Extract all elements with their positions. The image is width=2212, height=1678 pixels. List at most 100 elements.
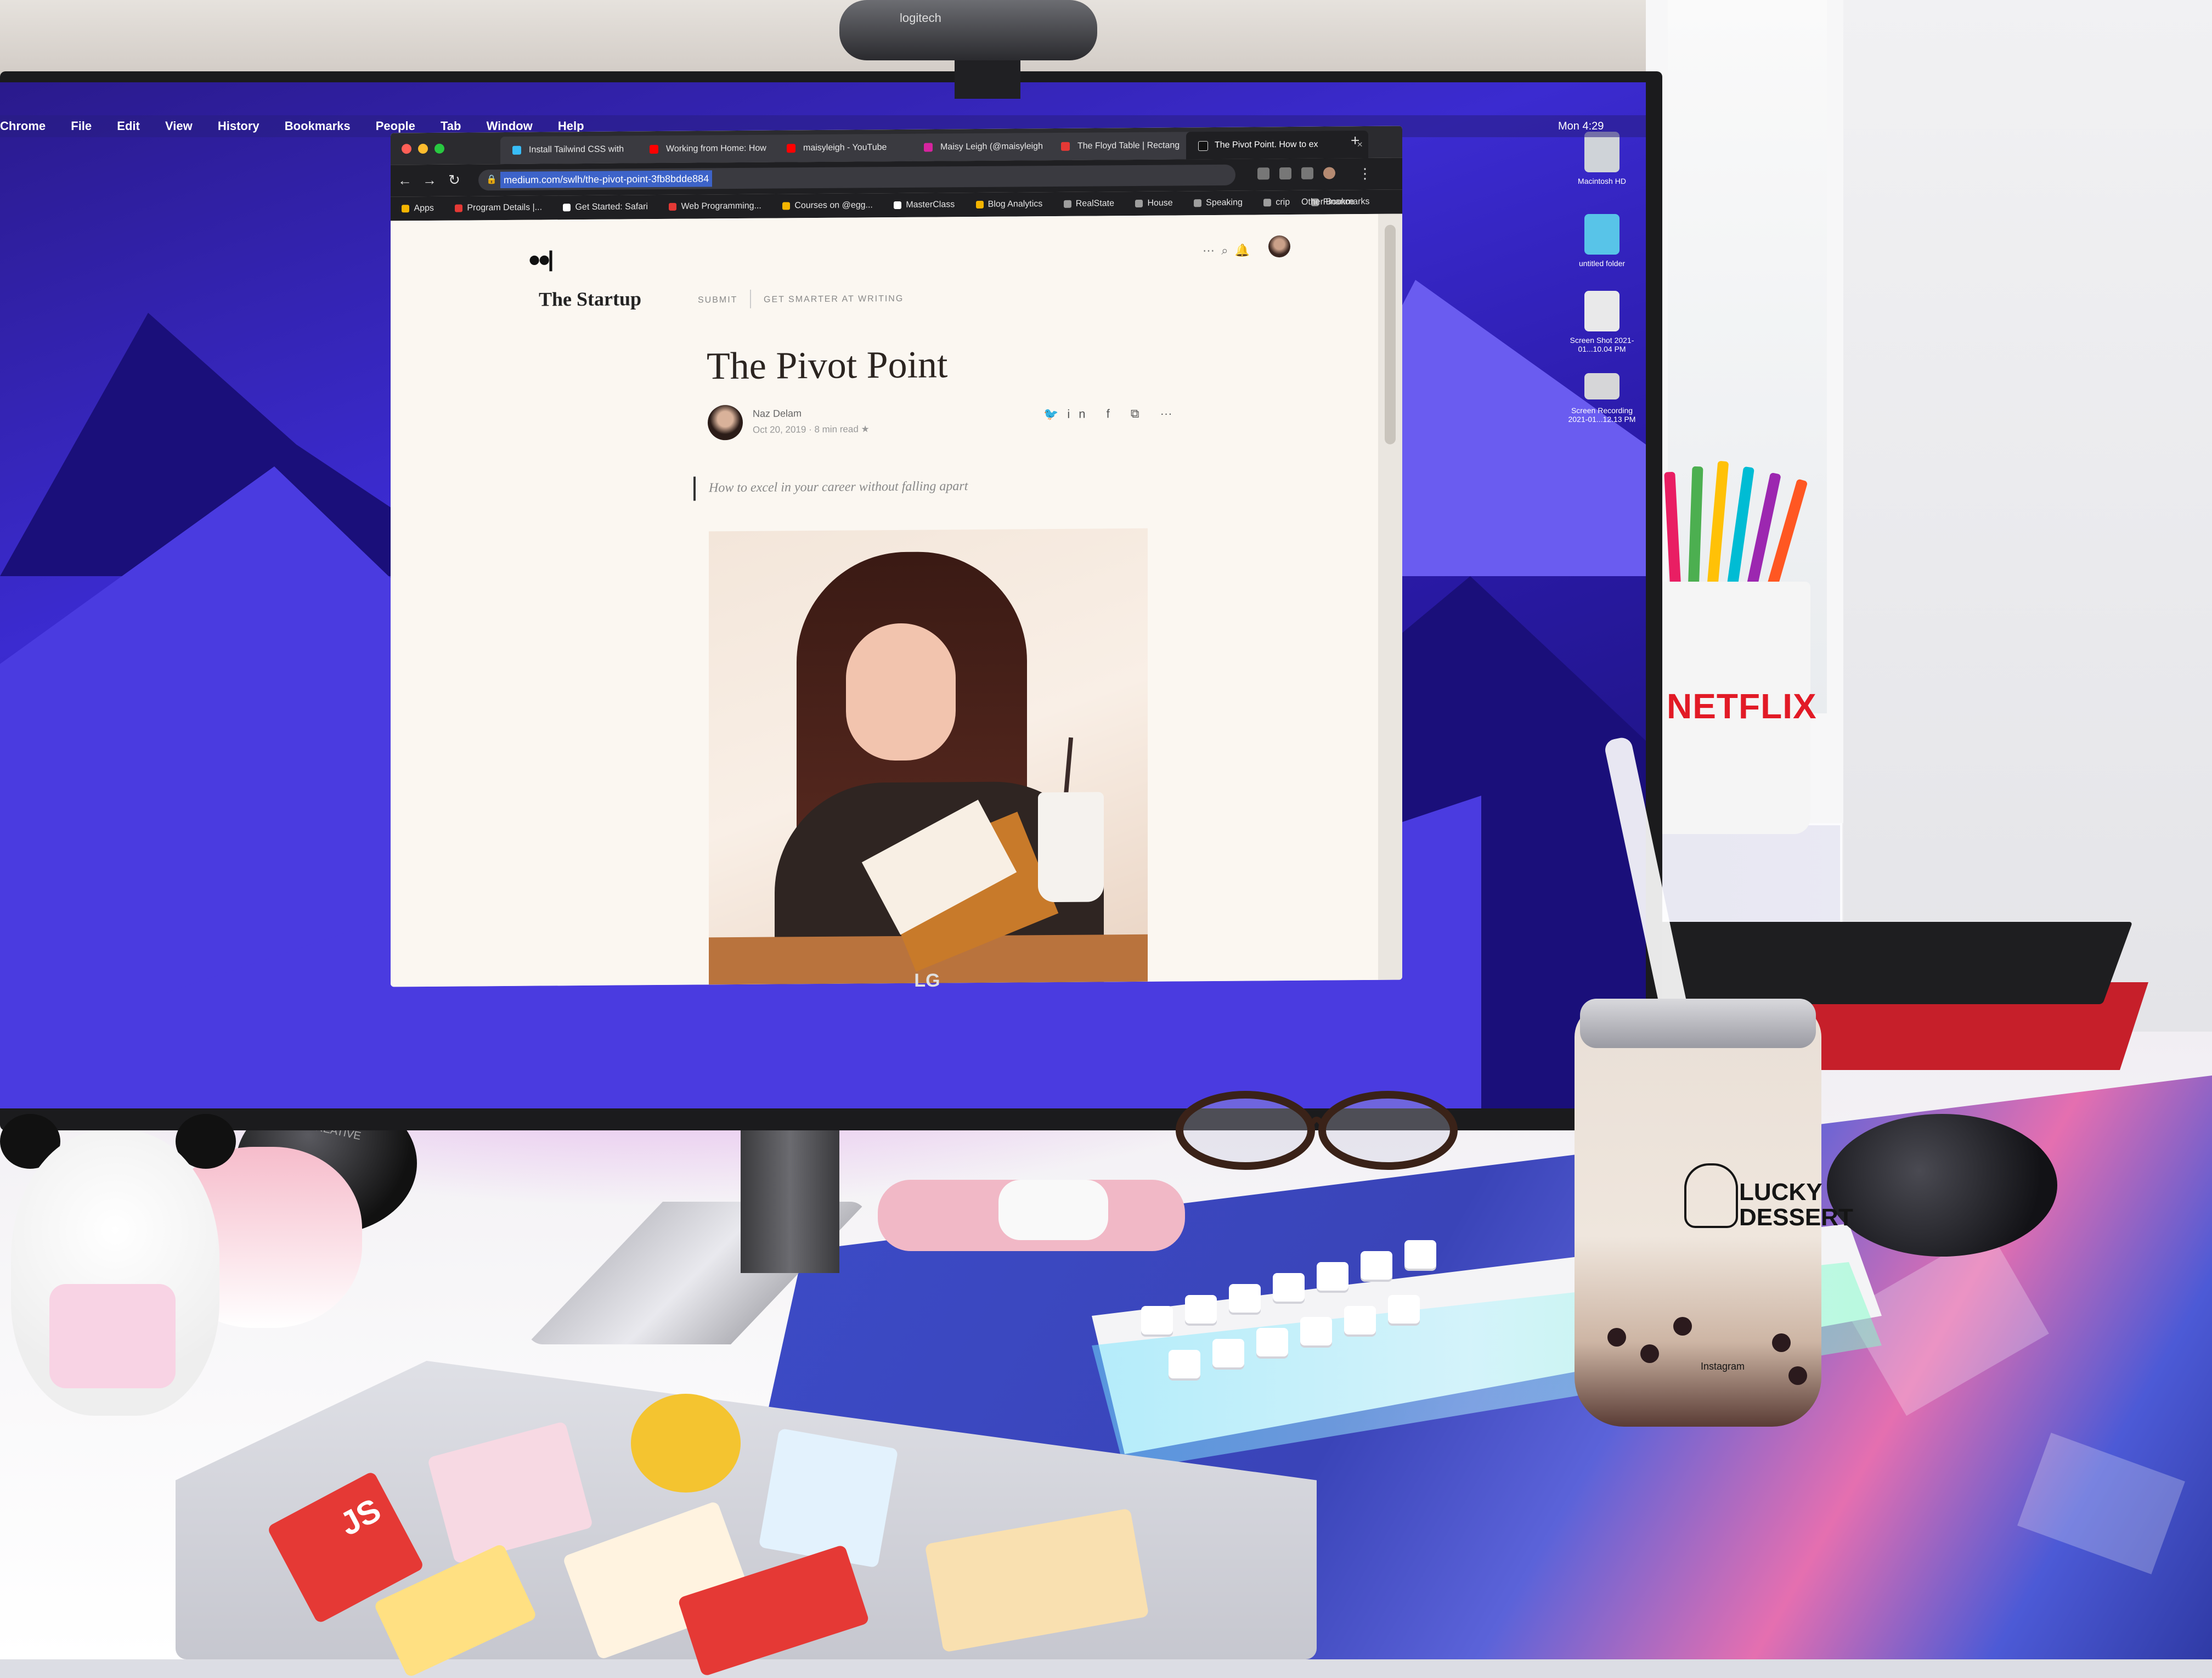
keyboard-key — [1229, 1284, 1261, 1313]
keyboard-key — [1361, 1251, 1392, 1280]
medium-favicon-icon — [1198, 141, 1208, 151]
bookmark-folder-crip[interactable]: crip — [1263, 190, 1290, 215]
submit-link[interactable]: SUBMIT — [698, 295, 737, 306]
bookmark-web-programming[interactable]: Web Programming... — [669, 194, 761, 219]
share-icons[interactable]: 🐦in f ⧉ ⋯ — [1043, 406, 1181, 421]
extension-icon[interactable] — [1279, 167, 1291, 180]
publication-name[interactable]: The Startup — [539, 287, 641, 311]
keyboard-key — [1273, 1273, 1305, 1302]
user-avatar[interactable] — [1268, 235, 1290, 258]
analytics-icon — [975, 200, 984, 209]
tab-instagram[interactable]: Maisy Leigh (@maisyleigh × — [912, 132, 1072, 161]
bookmark-folder-speaking[interactable]: Speaking — [1194, 191, 1243, 216]
folder-icon — [1263, 198, 1272, 207]
menu-view[interactable]: View — [165, 115, 193, 137]
bookmark-folder-realstate[interactable]: RealState — [1063, 192, 1114, 216]
nav-divider — [750, 289, 751, 308]
reload-icon[interactable]: ↻ — [445, 171, 463, 189]
screen-recording-file-icon[interactable] — [1584, 373, 1620, 399]
menu-file[interactable]: File — [71, 115, 92, 137]
tapioca-pearl — [1772, 1333, 1791, 1352]
sticker — [631, 1394, 741, 1493]
apps-grid-icon — [402, 204, 410, 213]
sticker — [758, 1428, 899, 1568]
bookmark-label: Web Programming... — [681, 201, 761, 211]
lock-icon: 🔒 — [486, 175, 497, 185]
desktop-icon-label: Screen Recording 2021-01...12.13 PM — [1568, 406, 1636, 424]
bookmark-blog-analytics[interactable]: Blog Analytics — [975, 192, 1042, 217]
tab-label: maisyleigh - YouTube — [803, 143, 887, 153]
tapioca-pearl — [1607, 1328, 1626, 1347]
boba-bottle-lid — [1580, 999, 1816, 1048]
keyboard-key — [1212, 1339, 1244, 1367]
extension-icon[interactable] — [1257, 167, 1269, 180]
minimize-window-button[interactable] — [418, 143, 428, 154]
bookmark-favicon-icon — [894, 201, 902, 209]
tailwind-favicon-icon — [512, 145, 521, 155]
keyboard-key — [1141, 1306, 1173, 1334]
address-bar[interactable]: 🔒 medium.com/swlh/the-pivot-point-3fb8bd… — [478, 164, 1235, 191]
subtitle-quote-bar — [693, 476, 696, 501]
folder-icon[interactable] — [1584, 214, 1620, 255]
boba-brand: LUCKY DESSERT — [1701, 1180, 1853, 1230]
article-hero-illustration — [709, 528, 1148, 985]
tab-medium-active[interactable]: The Pivot Point. How to ex × — [1186, 130, 1368, 160]
extension-icon[interactable] — [1301, 167, 1313, 179]
keyboard-key — [1388, 1295, 1420, 1324]
bookmark-folder-house[interactable]: House — [1135, 191, 1173, 215]
bookmark-program-details[interactable]: Program Details |... — [455, 196, 542, 221]
desktop-icon-label: untitled folder — [1578, 259, 1626, 268]
get-smarter-link[interactable]: GET SMARTER AT WRITING — [764, 294, 904, 305]
tab-youtube-video[interactable]: Working from Home: How × — [637, 134, 798, 164]
bookmark-safari[interactable]: Get Started: Safari — [563, 195, 648, 219]
author-name[interactable]: Naz Delam — [753, 408, 802, 420]
keyboard-key — [1317, 1262, 1348, 1291]
tapioca-pearl — [1673, 1317, 1692, 1336]
menu-chrome[interactable]: Chrome — [0, 115, 46, 137]
tab-tailwind[interactable]: Install Tailwind CSS with × — [500, 136, 661, 165]
browser-window: Install Tailwind CSS with × Working from… — [391, 126, 1402, 987]
menu-history[interactable]: History — [218, 115, 259, 137]
back-arrow-icon[interactable]: ← — [396, 171, 414, 189]
medium-logo-icon[interactable]: ●●| — [528, 247, 551, 272]
new-tab-button[interactable]: + — [1351, 132, 1359, 149]
webcam-brand: logitech — [900, 11, 941, 25]
bookmark-label: Courses on @egg... — [794, 200, 873, 211]
close-window-button[interactable] — [402, 144, 411, 154]
illustration-cup — [1038, 792, 1104, 903]
plush-shirt — [49, 1284, 176, 1388]
maximize-window-button[interactable] — [435, 143, 444, 154]
youtube-favicon-icon — [787, 144, 795, 153]
boba-brand-line2: DESSERT — [1739, 1204, 1853, 1231]
bookmark-courses[interactable]: Courses on @egg... — [782, 193, 873, 218]
bookmark-label: MasterClass — [906, 200, 955, 210]
url-text[interactable]: medium.com/swlh/the-pivot-point-3fb8bdde… — [500, 170, 713, 189]
bookmark-apps[interactable]: Apps — [402, 196, 434, 221]
youtube-favicon-icon — [650, 145, 658, 154]
scrollbar-thumb[interactable] — [1385, 224, 1396, 444]
bookmark-masterclass[interactable]: MasterClass — [894, 193, 955, 217]
page-scrollbar[interactable] — [1378, 213, 1402, 980]
webcam-mount — [955, 55, 1020, 99]
more-menu-icon[interactable]: ⋮ — [1356, 165, 1374, 182]
folder-icon — [1194, 199, 1202, 207]
menu-bar-clock[interactable]: Mon 4:29 — [1558, 115, 1604, 137]
menu-bookmarks[interactable]: Bookmarks — [285, 115, 351, 137]
top-action-icons[interactable]: ⋯ ⌕ 🔔 — [1203, 244, 1250, 258]
profile-avatar-icon[interactable] — [1323, 167, 1335, 179]
tab-floyd[interactable]: The Floyd Table | Rectang × — [1049, 132, 1209, 161]
menu-edit[interactable]: Edit — [117, 115, 140, 137]
airpods-case — [998, 1180, 1108, 1240]
tab-label: Working from Home: How — [666, 143, 766, 154]
other-bookmarks[interactable]: Other Bookmarks — [1301, 190, 1369, 215]
bookmark-label: House — [1147, 198, 1173, 208]
tapioca-pearl — [1640, 1344, 1659, 1363]
screenshot-file-icon[interactable] — [1584, 291, 1620, 331]
tab-youtube-channel[interactable]: maisyleigh - YouTube × — [775, 133, 935, 162]
author-avatar[interactable] — [708, 404, 743, 441]
hard-drive-icon[interactable] — [1584, 132, 1620, 172]
forward-arrow-icon[interactable]: → — [421, 171, 438, 189]
bookmark-label: Program Details |... — [467, 202, 543, 213]
black-notebook — [1609, 922, 2133, 1004]
pencil-cup-brand: NETFLIX — [1667, 686, 1817, 726]
